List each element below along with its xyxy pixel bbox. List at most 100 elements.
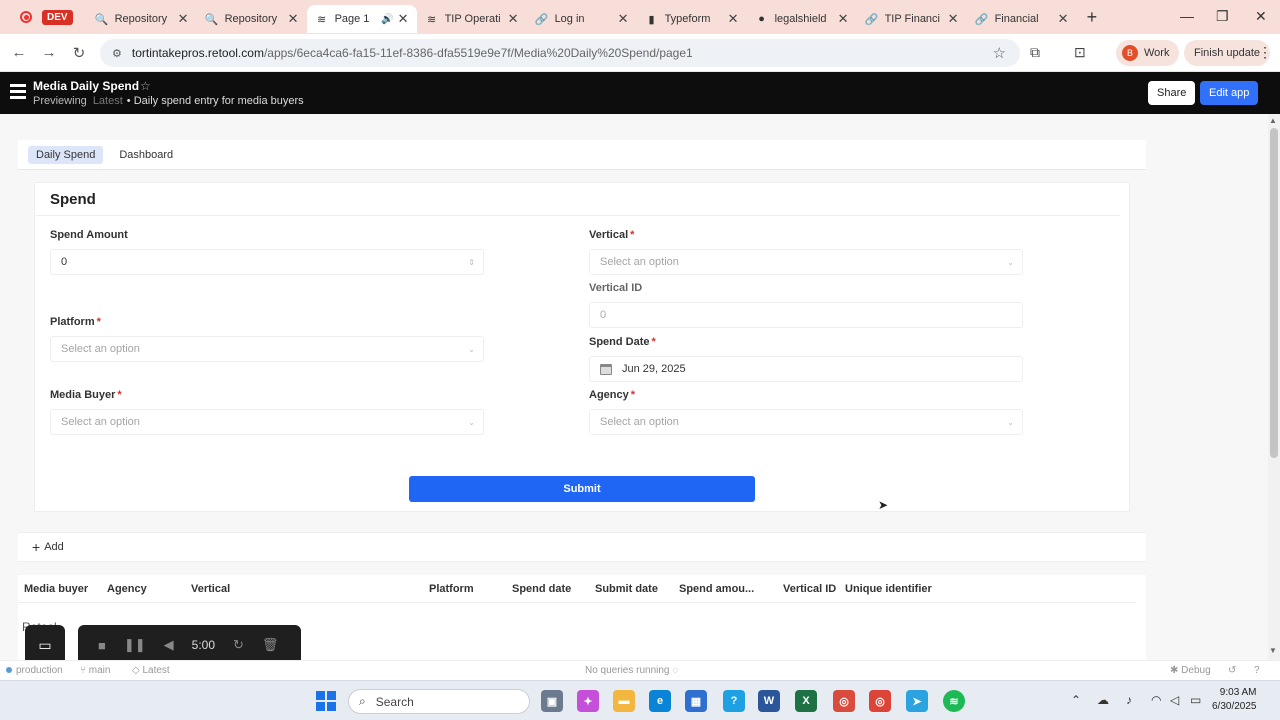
browser-tab[interactable]: 🔗 Log in ✕ xyxy=(527,5,637,33)
task-view-icon[interactable]: ▣ xyxy=(541,690,563,712)
vertical-select[interactable]: Select an option ⌄ xyxy=(589,249,1023,275)
close-tab-icon[interactable]: ✕ xyxy=(508,11,519,27)
spend-amount-input[interactable]: 0 ⇕ xyxy=(50,249,484,275)
back-icon[interactable]: ← xyxy=(4,44,34,61)
debug-button[interactable]: ✱ Debug xyxy=(1170,665,1211,676)
required-mark: * xyxy=(651,336,656,348)
media-buyer-select[interactable]: Select an option ⌄ xyxy=(50,409,484,435)
stepper-icon[interactable]: ⇕ xyxy=(468,258,475,267)
close-tab-icon[interactable]: ✕ xyxy=(728,11,739,27)
excel-icon[interactable]: X xyxy=(795,690,817,712)
browser-tab[interactable]: 🔍 Repository ✕ xyxy=(197,5,307,33)
close-tab-icon[interactable]: ✕ xyxy=(948,11,959,27)
taskbar-search-input[interactable]: ⌕ Search xyxy=(348,689,530,714)
browser-tab[interactable]: ▮ Typeform ✕ xyxy=(637,5,747,33)
chrome-icon[interactable]: ◎ xyxy=(833,690,855,712)
chrome-profile-icon[interactable]: ◎ xyxy=(869,690,891,712)
reload-icon[interactable]: ↻ xyxy=(64,44,94,62)
help-icon[interactable]: ? xyxy=(1254,665,1260,676)
site-info-icon[interactable]: ⚙ xyxy=(112,47,122,60)
telegram-icon[interactable]: ➤ xyxy=(906,690,928,712)
column-header[interactable]: Agency xyxy=(107,583,147,595)
scroll-down-icon[interactable]: ▼ xyxy=(1269,646,1277,655)
vertical-id-input[interactable]: 0 xyxy=(589,302,1023,328)
share-button[interactable]: Share xyxy=(1148,81,1196,105)
cloud-icon[interactable]: ☁ xyxy=(1097,693,1109,707)
tab-label: legalshield xyxy=(774,13,827,25)
store-icon[interactable]: ▦ xyxy=(685,690,707,712)
browser-tab[interactable]: 🔗 TIP Financi ✕ xyxy=(857,5,967,33)
tab-label: TIP Operati xyxy=(444,13,501,25)
chevron-down-icon: ⌄ xyxy=(1007,257,1014,267)
browser-tab[interactable]: ● legalshield ✕ xyxy=(747,5,857,33)
new-tab-icon[interactable]: + xyxy=(1087,7,1098,28)
close-tab-icon[interactable]: ✕ xyxy=(178,11,189,27)
column-header[interactable]: Spend date xyxy=(512,583,571,595)
file-explorer-icon[interactable]: ▬ xyxy=(613,690,635,712)
add-button[interactable]: Add xyxy=(44,541,64,553)
delete-icon[interactable]: 🗑 xyxy=(262,637,279,653)
close-window-icon[interactable]: ✕ xyxy=(1255,8,1267,25)
submit-button[interactable]: Submit xyxy=(409,476,755,502)
retool-logo-icon[interactable] xyxy=(10,84,26,102)
bookmark-star-icon[interactable]: ☆ xyxy=(993,44,1006,62)
restart-icon[interactable]: ↻ xyxy=(233,637,244,653)
tray-overflow-icon[interactable]: ⌃ xyxy=(1071,693,1081,707)
minimize-icon[interactable]: — xyxy=(1180,8,1194,24)
agency-select[interactable]: Select an option ⌄ xyxy=(589,409,1023,435)
browser-tab[interactable]: 🔗 Financial ✕ xyxy=(967,5,1077,33)
system-clock[interactable]: 9:03 AM 6/30/2025 xyxy=(1212,686,1257,714)
close-tab-icon[interactable]: ✕ xyxy=(1058,11,1069,27)
speaker-icon[interactable]: 🔊 xyxy=(381,14,393,25)
column-header[interactable]: Unique identifier xyxy=(845,583,932,595)
spotify-icon[interactable]: ≋ xyxy=(943,690,965,712)
extensions-icon[interactable]: ⧉ xyxy=(1030,44,1040,61)
history-icon[interactable]: ↺ xyxy=(1228,665,1236,676)
word-icon[interactable]: W xyxy=(758,690,780,712)
close-tab-icon[interactable]: ✕ xyxy=(398,11,409,27)
maximize-icon[interactable]: ❐ xyxy=(1216,8,1229,25)
favorite-star-icon[interactable]: ☆ xyxy=(140,79,151,93)
stop-icon[interactable]: ■ xyxy=(98,638,106,653)
pause-icon[interactable]: ❚❚ xyxy=(124,637,146,653)
profile-button[interactable]: B Work xyxy=(1116,40,1180,66)
browser-tab[interactable]: ≋ TIP Operati ✕ xyxy=(417,5,527,33)
column-header[interactable]: Spend amou... xyxy=(679,583,754,595)
url-input[interactable]: ⚙ tortintakepros.retool.com/apps/6eca4ca… xyxy=(100,39,1020,67)
branch-indicator[interactable]: ⑂ main xyxy=(80,665,110,676)
env-indicator[interactable]: production xyxy=(6,665,63,676)
browser-tab-active[interactable]: ≋ Page 1 🔊 ✕ xyxy=(306,5,417,33)
battery-icon[interactable]: ▭ xyxy=(1190,693,1201,707)
tab-dashboard[interactable]: Dashboard xyxy=(111,146,181,164)
version-label[interactable]: Latest xyxy=(93,95,123,107)
edit-app-button[interactable]: Edit app xyxy=(1200,81,1259,105)
platform-select[interactable]: Select an option ⌄ xyxy=(50,336,484,362)
forward-icon[interactable]: → xyxy=(34,44,64,61)
close-tab-icon[interactable]: ✕ xyxy=(838,11,849,27)
tab-daily-spend[interactable]: Daily Spend xyxy=(28,145,104,164)
tab-search-icon[interactable]: ⊡ xyxy=(1074,44,1086,61)
windows-start-icon[interactable] xyxy=(316,691,336,711)
microphone-icon[interactable]: ♪ xyxy=(1126,693,1132,707)
help-app-icon[interactable]: ? xyxy=(723,690,745,712)
volume-icon[interactable]: ◁ xyxy=(1170,693,1179,707)
scrollbar-thumb[interactable] xyxy=(1270,128,1278,458)
column-header[interactable]: Vertical ID xyxy=(783,583,836,595)
column-header[interactable]: Platform xyxy=(429,583,474,595)
column-header[interactable]: Submit date xyxy=(595,583,658,595)
browser-tab[interactable]: 🔍 Repository ✕ xyxy=(87,5,197,33)
close-tab-icon[interactable]: ✕ xyxy=(288,11,299,27)
scroll-up-icon[interactable]: ▲ xyxy=(1269,116,1277,125)
label-text: Spend Date xyxy=(589,336,650,348)
spend-date-picker[interactable]: Jun 29, 2025 xyxy=(589,356,1023,382)
browser-menu-icon[interactable]: ⋮ xyxy=(1258,44,1272,61)
camera-toggle-icon[interactable]: ▭ xyxy=(25,625,65,665)
rewind-icon[interactable]: ◀ xyxy=(164,637,174,653)
edge-icon[interactable]: e xyxy=(649,690,671,712)
column-header[interactable]: Vertical xyxy=(191,583,230,595)
close-tab-icon[interactable]: ✕ xyxy=(618,11,629,27)
version-indicator[interactable]: ◇ Latest xyxy=(132,665,170,676)
wifi-icon[interactable]: ◠ xyxy=(1151,693,1161,707)
column-header[interactable]: Media buyer xyxy=(24,583,88,595)
copilot-icon[interactable]: ✦ xyxy=(577,690,599,712)
